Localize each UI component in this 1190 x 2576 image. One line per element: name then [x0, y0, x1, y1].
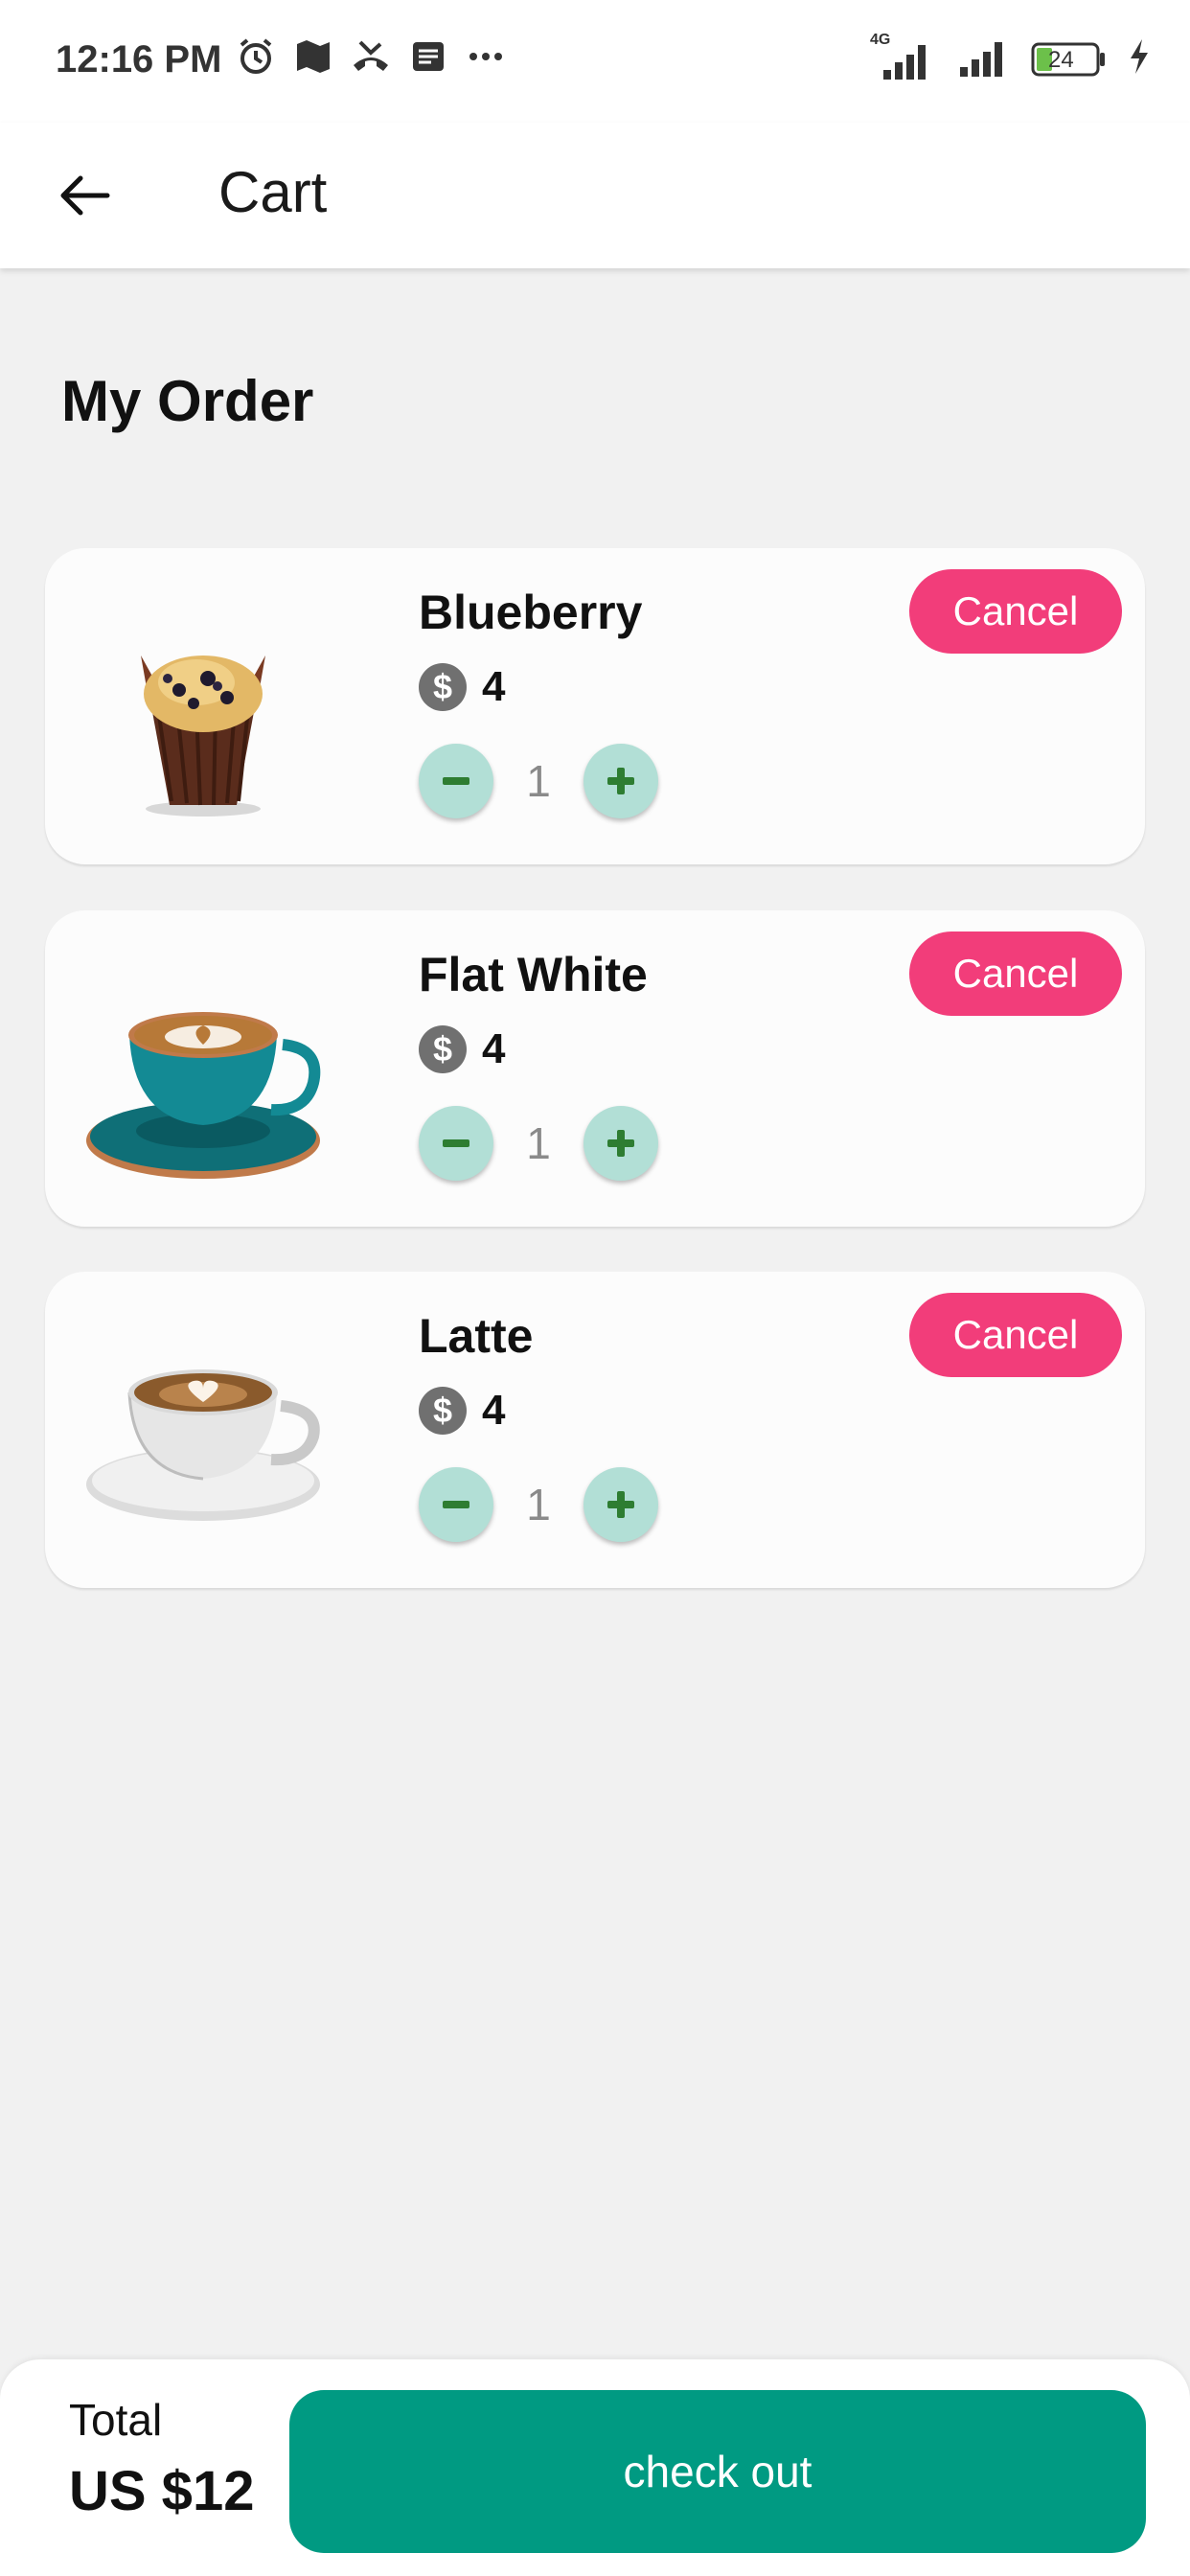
section-title: My Order: [61, 369, 314, 433]
back-button[interactable]: [44, 155, 125, 236]
price-row: $ 4: [419, 1387, 505, 1435]
minus-icon: [443, 777, 469, 785]
cancel-button[interactable]: Cancel: [909, 569, 1122, 654]
item-name: Latte: [419, 1309, 534, 1363]
arrow-left-icon: [60, 175, 110, 216]
minus-icon: [443, 1139, 469, 1147]
increase-button[interactable]: [584, 744, 658, 818]
quantity-stepper: 1: [419, 744, 658, 818]
status-time: 12:16 PM: [56, 38, 222, 80]
item-quantity: 1: [526, 756, 551, 806]
app-bar: Cart: [0, 123, 1190, 268]
cancel-button[interactable]: Cancel: [909, 1293, 1122, 1377]
plus-icon: [607, 1130, 634, 1157]
plus-icon: [607, 1491, 634, 1518]
item-price: 4: [482, 1025, 506, 1072]
item-price: 4: [482, 663, 506, 710]
decrease-button[interactable]: [419, 1467, 493, 1542]
plus-icon: [607, 768, 634, 794]
checkout-button[interactable]: check out: [289, 2390, 1146, 2553]
page-title: Cart: [218, 160, 328, 224]
quantity-stepper: 1: [419, 1106, 658, 1181]
signal-icon: [958, 34, 1012, 83]
dollar-icon: $: [419, 663, 467, 711]
item-quantity: 1: [526, 1118, 551, 1168]
dollar-icon: $: [419, 1387, 467, 1435]
decrease-button[interactable]: [419, 1106, 493, 1181]
total-label: Total: [69, 2395, 163, 2445]
network-type-label: 4G: [870, 31, 891, 48]
increase-button[interactable]: [584, 1106, 658, 1181]
checkout-bar: Total US $12 check out: [0, 2359, 1190, 2576]
status-notification-icons: [236, 36, 506, 77]
product-image: [83, 586, 323, 826]
battery-icon: 24: [1031, 40, 1108, 79]
status-system-icons: 4G 24: [870, 32, 1152, 83]
cart-item-card: Latte $ 4 1 Cancel: [45, 1272, 1145, 1588]
alarm-icon: [236, 36, 276, 77]
dollar-icon: $: [419, 1025, 467, 1073]
product-image: [83, 949, 323, 1188]
item-name: Blueberry: [419, 586, 643, 639]
price-row: $ 4: [419, 663, 505, 711]
more-dots-icon: [466, 36, 506, 77]
price-row: $ 4: [419, 1025, 505, 1073]
item-quantity: 1: [526, 1480, 551, 1530]
battery-level: 24: [1048, 46, 1074, 73]
missed-call-icon: [351, 36, 391, 77]
item-price: 4: [482, 1387, 506, 1434]
decrease-button[interactable]: [419, 744, 493, 818]
minus-icon: [443, 1501, 469, 1508]
maps-icon: [293, 36, 333, 77]
cart-item-card: Flat White $ 4 1 Cancel: [45, 910, 1145, 1227]
total-amount: US $12: [69, 2460, 255, 2522]
cart-item-card: Blueberry $ 4 1 Cancel: [45, 548, 1145, 864]
charging-icon: [1127, 37, 1152, 80]
message-icon: [408, 36, 448, 77]
quantity-stepper: 1: [419, 1467, 658, 1542]
item-name: Flat White: [419, 948, 648, 1001]
increase-button[interactable]: [584, 1467, 658, 1542]
signal-4g-icon: 4G: [870, 32, 939, 81]
product-image: [83, 1310, 323, 1550]
status-bar: 12:16 PM 4G 24: [0, 0, 1190, 123]
cancel-button[interactable]: Cancel: [909, 932, 1122, 1016]
